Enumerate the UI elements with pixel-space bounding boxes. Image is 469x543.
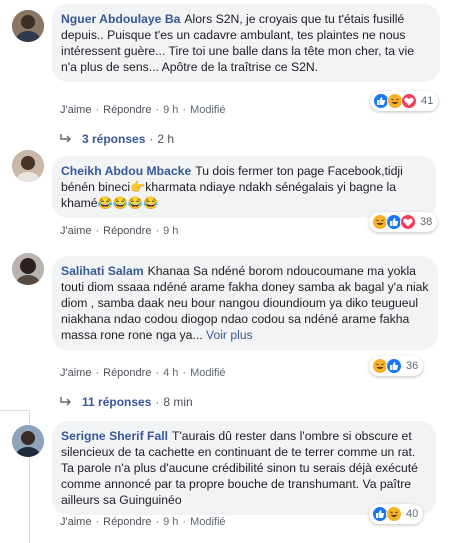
comment-author[interactable]: Cheikh Abdou Mbacke — [61, 164, 191, 178]
edited-label: Modifié — [190, 367, 226, 379]
comment-author[interactable]: Nguer Abdoulaye Ba — [61, 12, 180, 26]
like-link[interactable]: J'aime — [60, 516, 91, 528]
reaction-summary[interactable]: 41 — [370, 91, 439, 111]
comment-bubble: Cheikh Abdou Mbacke Tu dois fermer ton pa… — [52, 156, 436, 218]
timestamp[interactable]: 9 h — [163, 104, 178, 116]
comment-actions: J'aime · Répondre · 9 h — [60, 225, 179, 237]
edited-label: Modifié — [190, 104, 226, 116]
reply-link[interactable]: Répondre — [103, 516, 151, 528]
timestamp[interactable]: 4 h — [163, 367, 178, 379]
comment-bubble: Nguer Abdoulaye Ba Alors S2N, je croyais … — [52, 4, 440, 82]
comment-actions: J'aime · Répondre · 9 h · Modifié — [60, 104, 226, 116]
timestamp[interactable]: 9 h — [163, 516, 178, 528]
comment-bubble: Serigne Sherif Fall T'aurais dû rester da… — [52, 421, 436, 515]
see-more-link[interactable]: Voir plus — [206, 328, 253, 342]
avatar[interactable] — [12, 150, 44, 182]
avatar[interactable] — [12, 425, 44, 457]
reaction-count: 40 — [406, 508, 419, 520]
haha-icon — [386, 506, 402, 522]
timestamp[interactable]: 9 h — [163, 225, 178, 237]
replies-count[interactable]: 3 réponses — [82, 132, 145, 146]
comment-bubble: Salihati Salam Khanaa Sa ndéné borom ndou… — [52, 256, 438, 350]
reaction-summary[interactable]: 36 — [369, 356, 424, 376]
reply-link[interactable]: Répondre — [103, 225, 151, 237]
reaction-count: 41 — [421, 95, 434, 107]
like-link[interactable]: J'aime — [60, 225, 91, 237]
edited-label: Modifié — [190, 516, 226, 528]
love-icon — [401, 93, 417, 109]
replies-time: 2 h — [157, 132, 175, 146]
replies-time: 8 min — [163, 395, 193, 409]
reaction-count: 38 — [420, 216, 433, 228]
reply-link[interactable]: Répondre — [103, 367, 151, 379]
reply-link[interactable]: Répondre — [103, 104, 151, 116]
reaction-summary[interactable]: 38 — [369, 212, 438, 232]
reply-arrow-icon — [60, 132, 74, 146]
replies-count[interactable]: 11 réponses — [82, 395, 151, 409]
comment-author[interactable]: Serigne Sherif Fall — [61, 429, 168, 443]
reaction-summary[interactable]: 40 — [369, 504, 424, 524]
like-link[interactable]: J'aime — [60, 104, 91, 116]
comment-actions: J'aime · Répondre · 9 h · Modifié — [60, 516, 226, 528]
avatar[interactable] — [12, 10, 44, 42]
comment-author[interactable]: Salihati Salam — [61, 264, 144, 278]
like-icon — [386, 358, 402, 374]
view-replies[interactable]: 3 réponses · 2 h — [60, 132, 174, 146]
view-replies[interactable]: 11 réponses · 8 min — [60, 395, 193, 409]
comment-actions: J'aime · Répondre · 4 h · Modifié — [60, 367, 226, 379]
reply-arrow-icon — [60, 395, 74, 409]
avatar[interactable] — [12, 253, 44, 285]
like-link[interactable]: J'aime — [60, 367, 91, 379]
love-icon — [400, 214, 416, 230]
reaction-count: 36 — [406, 360, 419, 372]
